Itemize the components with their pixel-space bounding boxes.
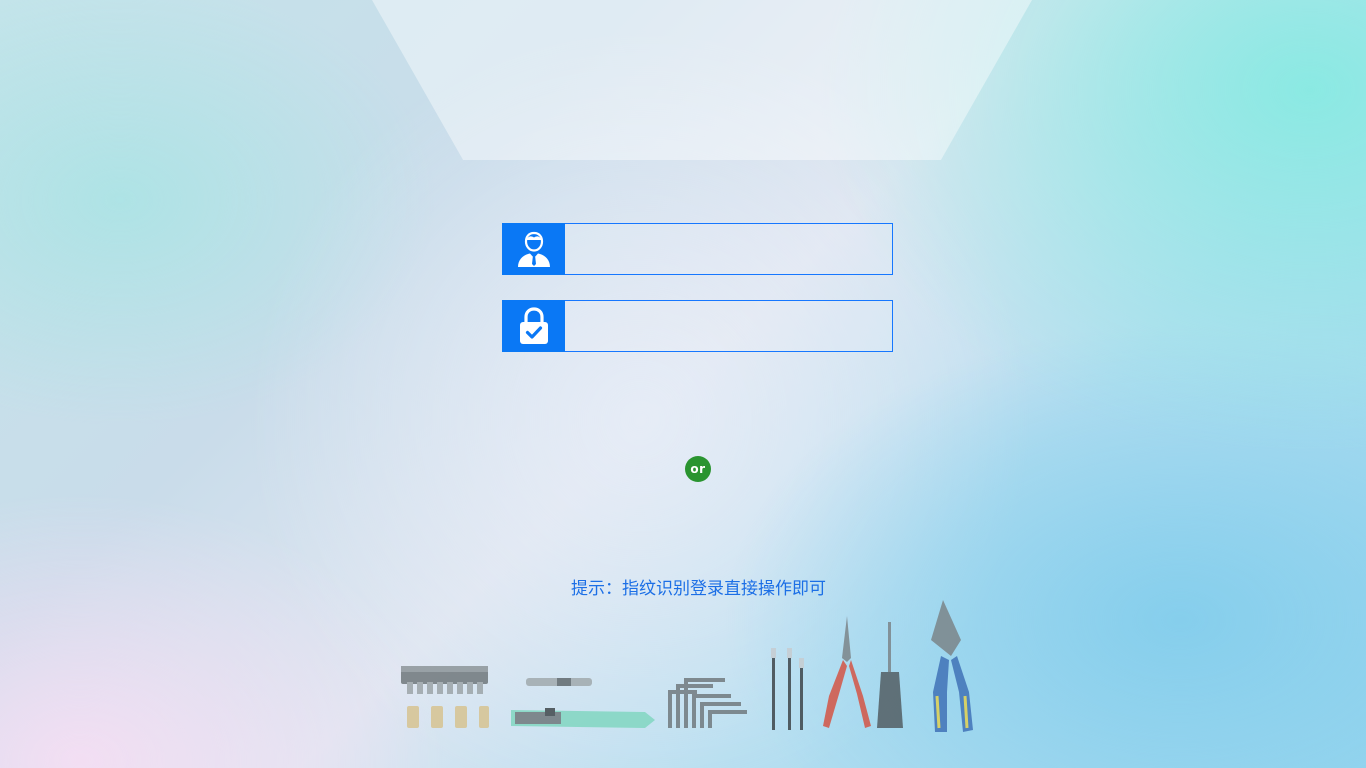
top-banner-panel	[372, 0, 1032, 160]
lock-check-icon	[502, 300, 565, 352]
username-field[interactable]	[502, 223, 893, 275]
password-input[interactable]	[565, 301, 892, 351]
bit-set-icon	[401, 666, 489, 728]
hex-key-set-icon	[668, 678, 747, 728]
username-input[interactable]	[565, 224, 892, 274]
combination-pliers-icon	[931, 600, 973, 732]
utility-knife-icon	[511, 708, 655, 728]
user-icon	[502, 223, 565, 275]
or-divider-badge: or	[685, 456, 711, 482]
needle-nose-pliers-icon	[823, 616, 871, 728]
precision-screwdriver-icon	[771, 648, 804, 730]
password-field[interactable]	[502, 300, 893, 352]
screwdriver-icon	[877, 622, 903, 728]
tools-illustration	[401, 600, 973, 732]
